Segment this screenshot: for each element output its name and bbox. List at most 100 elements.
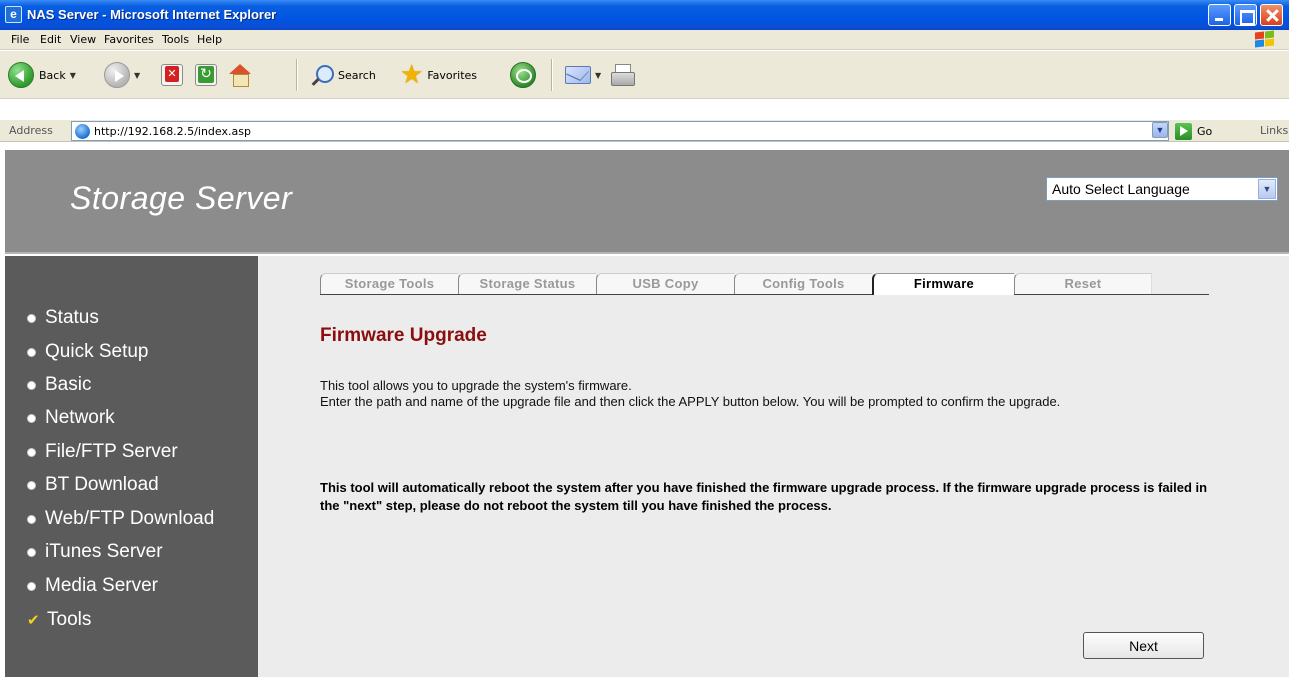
media-button[interactable] [510, 61, 536, 89]
nav-item-label: Web/FTP Download [45, 508, 215, 529]
address-input[interactable]: http://192.168.2.5/index.asp [71, 121, 1169, 141]
search-label: Search [338, 68, 376, 82]
menu-file[interactable]: File [11, 33, 29, 46]
nav-item-label: File/FTP Server [45, 441, 178, 462]
nav-item-label: Network [45, 407, 115, 428]
description: This tool allows you to upgrade the syst… [320, 378, 1220, 410]
sidebar-nav: Status Quick Setup Basic Network File/FT… [5, 256, 258, 677]
forward-button[interactable]: ▼ [104, 61, 140, 89]
back-arrow-icon [8, 62, 34, 88]
tab-usb-copy[interactable]: USB Copy [596, 273, 734, 294]
nav-item-itunes-server[interactable]: iTunes Server [27, 540, 163, 564]
nav-item-quick-setup[interactable]: Quick Setup [27, 340, 149, 364]
bullet-icon [27, 413, 36, 423]
address-dropdown-icon[interactable]: ▼ [1152, 122, 1168, 138]
toolbar-separator [551, 59, 553, 91]
close-button[interactable] [1260, 4, 1283, 26]
menu-help[interactable]: Help [197, 33, 222, 46]
tab-config-tools[interactable]: Config Tools [734, 273, 872, 294]
next-button[interactable]: Next [1083, 632, 1204, 659]
address-url[interactable]: http://192.168.2.5/index.asp [94, 125, 251, 138]
menu-view[interactable]: View [70, 33, 96, 46]
nav-item-media-server[interactable]: Media Server [27, 574, 158, 598]
back-label: Back [39, 68, 66, 82]
search-button[interactable]: Search [311, 61, 376, 89]
nav-item-label: Tools [47, 609, 92, 630]
nav-item-tools[interactable]: ✔ Tools [27, 608, 91, 632]
bullet-icon [27, 581, 36, 591]
windows-logo-icon [1253, 30, 1275, 49]
nav-item-label: Media Server [45, 575, 158, 596]
back-button[interactable]: Back ▼ [8, 61, 76, 89]
tab-reset[interactable]: Reset [1014, 273, 1152, 294]
chevron-down-icon[interactable]: ▼ [595, 71, 601, 80]
nav-item-label: Quick Setup [45, 341, 149, 362]
nav-item-web-ftp-download[interactable]: Web/FTP Download [27, 507, 214, 531]
ie-page-icon [75, 124, 90, 139]
refresh-button[interactable] [195, 61, 217, 89]
tab-bar: Storage Tools Storage Status USB Copy Co… [320, 273, 1209, 295]
go-button[interactable]: Go [1175, 122, 1212, 140]
nav-item-bt-download[interactable]: BT Download [27, 473, 159, 497]
description-line-1: This tool allows you to upgrade the syst… [320, 378, 632, 393]
mail-button[interactable]: ▼ [565, 61, 601, 89]
mail-icon [565, 66, 591, 84]
favorites-label: Favorites [427, 68, 478, 82]
bullet-icon [27, 380, 36, 390]
printer-icon [610, 64, 635, 86]
tab-storage-tools[interactable]: Storage Tools [320, 273, 458, 294]
nav-item-file-ftp-server[interactable]: File/FTP Server [27, 440, 178, 464]
menu-favorites[interactable]: Favorites [104, 33, 154, 46]
go-label: Go [1197, 124, 1213, 138]
print-button[interactable] [610, 61, 635, 89]
bullet-icon [27, 480, 36, 490]
ie-icon: e [5, 6, 22, 23]
address-label: Address [9, 124, 53, 137]
minimize-button[interactable] [1208, 4, 1231, 26]
page-title: Firmware Upgrade [320, 325, 487, 346]
language-select[interactable]: Auto Select Language ▼ [1046, 177, 1278, 201]
tab-storage-status[interactable]: Storage Status [458, 273, 596, 294]
links-button[interactable]: Links [1260, 124, 1288, 137]
window-title: NAS Server - Microsoft Internet Explorer [27, 7, 277, 22]
bullet-icon [27, 313, 36, 323]
window-titlebar[interactable]: e NAS Server - Microsoft Internet Explor… [0, 0, 1289, 30]
tab-firmware[interactable]: Firmware [872, 273, 1014, 295]
favorites-button[interactable]: ★ Favorites [400, 61, 477, 89]
bullet-icon [27, 347, 36, 357]
address-bar: Address http://192.168.2.5/index.asp ▼ G… [0, 120, 1289, 142]
reboot-warning: This tool will automatically reboot the … [320, 480, 1208, 513]
menu-bar: File Edit View Favorites Tools Help [0, 30, 1289, 50]
refresh-icon [195, 64, 217, 86]
brand-title: Storage Server [70, 180, 293, 216]
forward-arrow-icon [104, 62, 130, 88]
star-icon: ★ [400, 60, 424, 90]
page-header: Storage Server Auto Select Language ▼ [5, 150, 1289, 254]
nav-item-network[interactable]: Network [27, 406, 115, 430]
nav-item-label: BT Download [45, 474, 159, 495]
nav-item-label: Status [45, 307, 99, 328]
nav-item-label: iTunes Server [45, 541, 163, 562]
maximize-button[interactable] [1234, 4, 1257, 26]
menu-tools[interactable]: Tools [162, 33, 189, 46]
home-button[interactable] [228, 61, 252, 89]
search-icon [311, 64, 334, 86]
menu-edit[interactable]: Edit [40, 33, 61, 46]
stop-icon [161, 64, 183, 86]
main-content: Storage Tools Storage Status USB Copy Co… [258, 256, 1289, 677]
chevron-down-icon[interactable]: ▼ [1258, 179, 1276, 199]
chevron-down-icon[interactable]: ▼ [70, 71, 76, 80]
description-line-2: Enter the path and name of the upgrade f… [320, 394, 1061, 409]
go-arrow-icon [1175, 122, 1192, 140]
nav-item-label: Basic [45, 374, 92, 395]
standard-toolbar: Back ▼ ▼ Search ★ Favorites ▼ [0, 51, 1289, 99]
stop-button[interactable] [161, 61, 183, 89]
toolbar-separator [296, 59, 298, 91]
chevron-down-icon[interactable]: ▼ [134, 71, 140, 80]
bullet-icon [27, 447, 36, 457]
nav-item-basic[interactable]: Basic [27, 373, 91, 397]
media-icon [510, 62, 536, 88]
nav-item-status[interactable]: Status [27, 306, 99, 330]
checkmark-icon: ✔ [27, 612, 40, 629]
bullet-icon [27, 547, 36, 557]
